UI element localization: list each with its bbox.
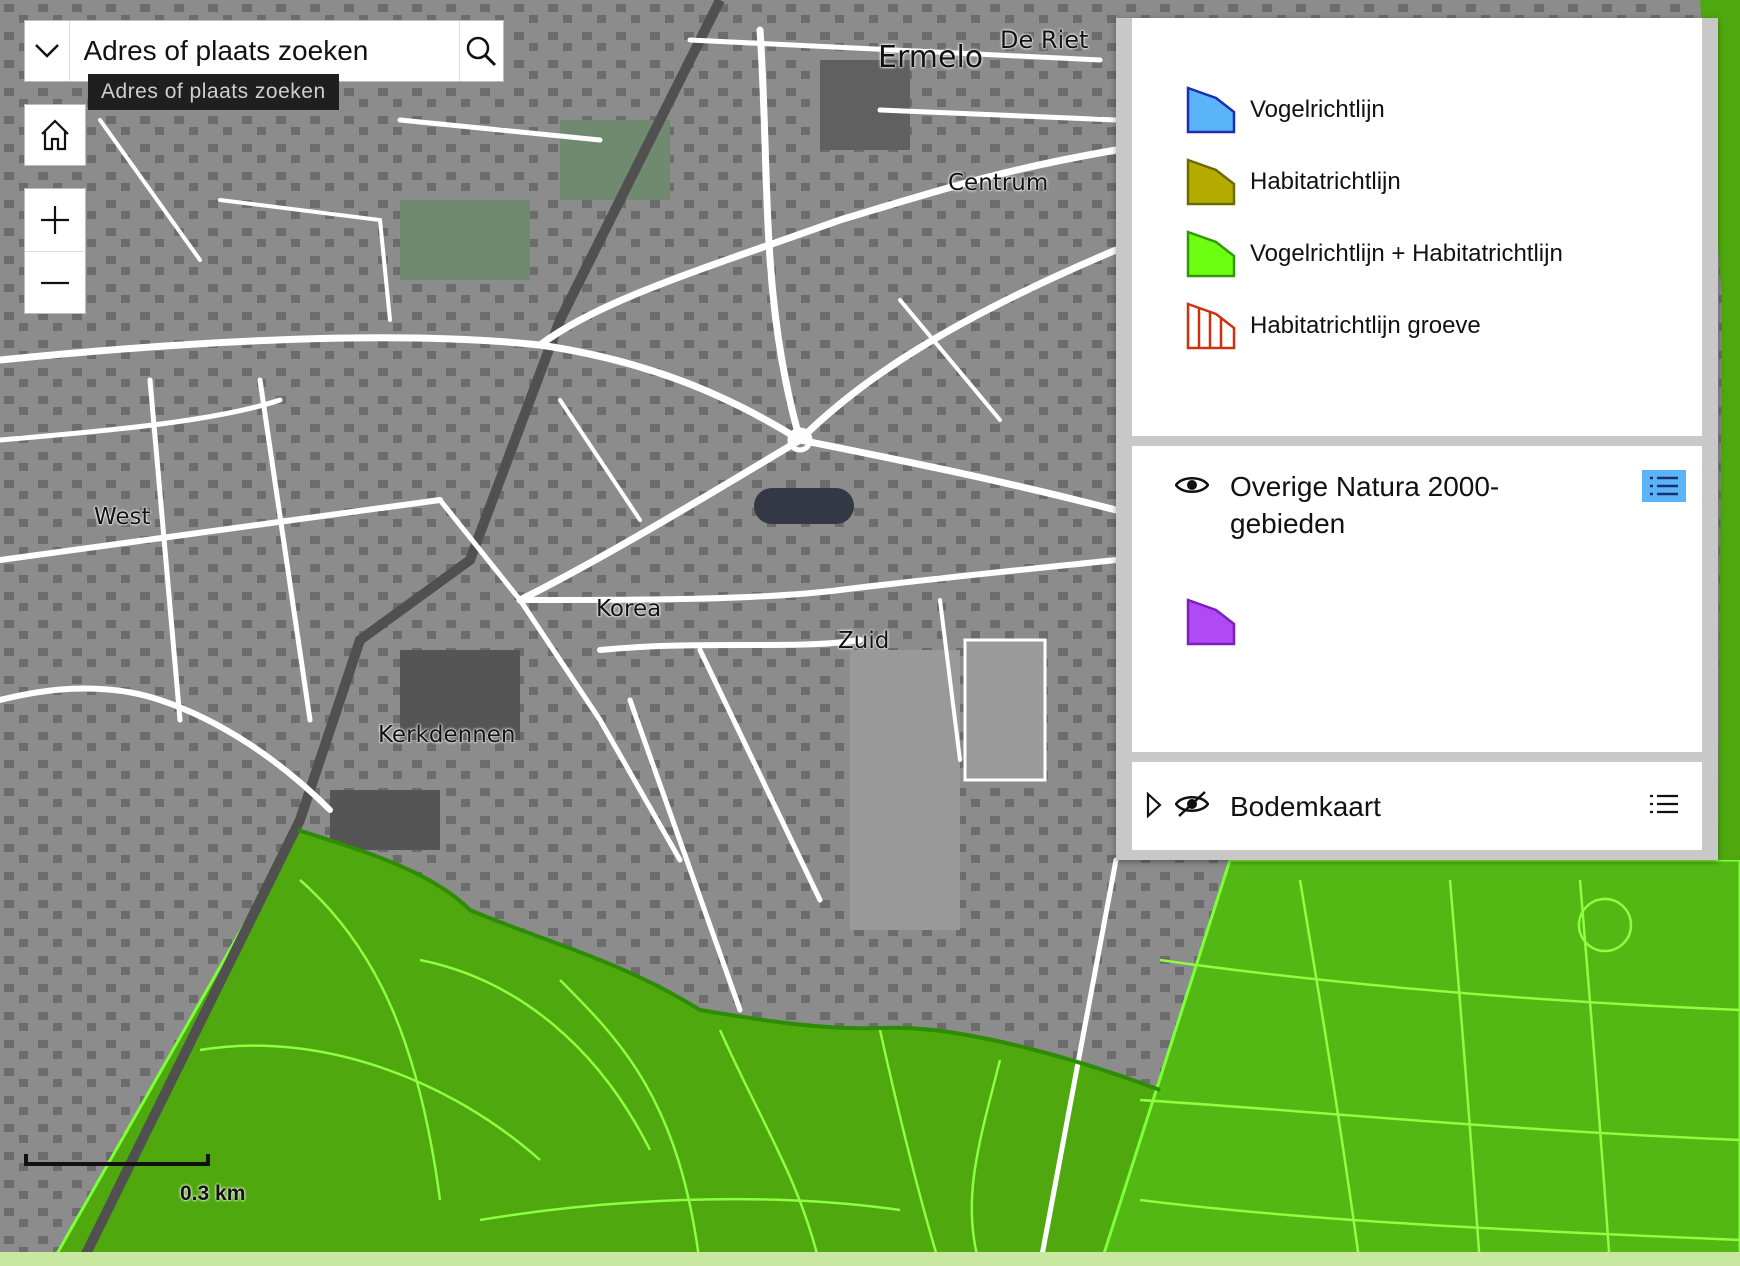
search-button[interactable] [458,21,504,81]
search-icon [467,36,497,67]
zoom-controls [24,188,86,314]
legend-section-natura2000: Vogelrichtlijn Habitatrichtlijn Vogelric… [1132,18,1702,436]
expand-toggle[interactable] [1142,790,1166,820]
eye-off-icon [1175,791,1209,817]
legend-label: Habitatrichtlijn groeve [1250,312,1481,339]
legend-item-habitat-groeve: Habitatrichtlijn groeve [1186,302,1481,350]
caret-right-icon [1146,792,1162,818]
visibility-toggle[interactable] [1172,470,1212,500]
layer-title-line1: Overige Natura 2000- [1230,471,1500,502]
attribution-strip [0,1252,1740,1266]
place-label-kerkdennen: Kerkdennen [378,722,516,748]
plus-icon [41,206,69,234]
eye-icon [1175,477,1209,493]
hatched-polygon-swatch-icon [1186,302,1236,350]
scale-bar-label: 0.3 km [180,1182,246,1205]
legend-item-habitatrichtlijn: Habitatrichtlijn [1186,158,1401,206]
home-button[interactable] [24,104,86,166]
search-bar [24,20,504,82]
place-label-de-riet: De Riet [1000,26,1089,54]
layer-overige-natura2000: Overige Natura 2000- gebieden [1132,446,1702,752]
legend-item-overige [1186,598,1236,646]
visibility-toggle[interactable] [1172,788,1212,820]
search-tooltip: Adres of plaats zoeken [88,74,339,110]
park-area [400,200,530,280]
polygon-swatch-icon [1186,230,1236,278]
list-icon [1650,794,1678,814]
polygon-swatch-icon [1186,598,1236,646]
sports-field [850,650,960,930]
search-input[interactable] [69,21,459,81]
chevron-down-icon [34,44,59,58]
polygon-swatch-icon [1186,86,1236,134]
layer-title-line2: gebieden [1230,508,1346,539]
layer-title: Overige Natura 2000- gebieden [1230,468,1499,542]
layer-bodemkaart: Bodemkaart [1132,762,1702,850]
minus-icon [41,281,69,285]
home-icon [41,119,69,151]
place-label-west: West [94,504,151,530]
sports-field [963,638,1047,782]
legend-item-vogel-habitat: Vogelrichtlijn + Habitatrichtlijn [1186,230,1563,278]
industrial-block [330,790,440,850]
place-label-korea: Korea [596,596,662,622]
search-source-dropdown[interactable] [25,21,70,81]
legend-label: Vogelrichtlijn [1250,96,1385,123]
layer-title: Bodemkaart [1230,791,1381,822]
list-icon [1650,476,1678,496]
legend-item-vogelrichtlijn: Vogelrichtlijn [1186,86,1385,134]
zoom-in-button[interactable] [25,189,85,251]
place-label-centrum: Centrum [948,170,1049,196]
legend-toggle-button[interactable] [1642,470,1686,502]
zoom-out-button[interactable] [25,251,85,314]
legend-label: Vogelrichtlijn + Habitatrichtlijn [1250,240,1563,267]
place-label-zuid: Zuid [838,628,890,654]
legend-panel: Vogelrichtlijn Habitatrichtlijn Vogelric… [1116,18,1718,860]
legend-label: Habitatrichtlijn [1250,168,1401,195]
polygon-swatch-icon [1186,158,1236,206]
scale-bar [24,1154,210,1166]
legend-toggle-button[interactable] [1642,788,1686,820]
water-pond [754,488,854,524]
place-label-ermelo: Ermelo [878,40,984,75]
